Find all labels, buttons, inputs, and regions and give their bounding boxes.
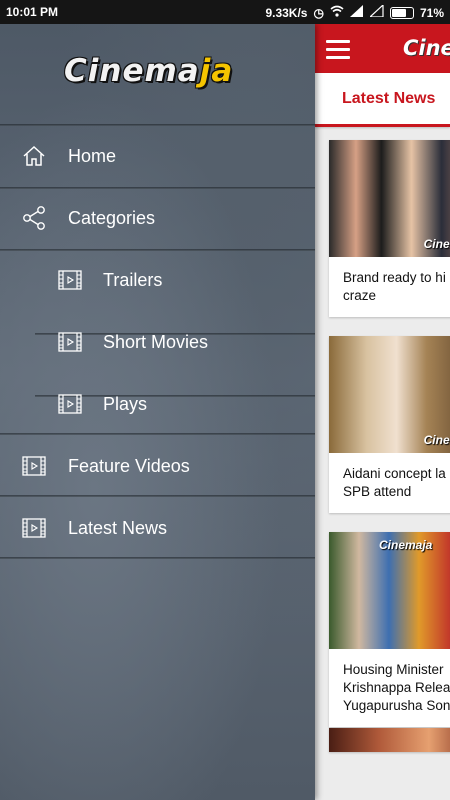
menu-label: Short Movies [103, 331, 209, 352]
menu-item-latest-news[interactable]: Latest News [0, 497, 315, 559]
divider [0, 557, 315, 559]
watermark: Cinemaja [423, 433, 450, 447]
menu-item-plays[interactable]: Plays [0, 373, 315, 435]
news-image: Cinemaja [329, 336, 450, 453]
signal-icon [349, 5, 364, 20]
news-card[interactable]: Cinemaja Housing Minister Krishnappa Rel… [329, 532, 450, 727]
menu-item-trailers[interactable]: Trailers [0, 249, 315, 311]
network-speed: 9.33K/s [265, 5, 308, 20]
menu-item-short-movies[interactable]: Short Movies [0, 311, 315, 373]
menu-label: Categories [68, 207, 156, 228]
wifi-icon [330, 5, 344, 20]
film-icon [22, 456, 46, 476]
menu-item-home[interactable]: Home [0, 125, 315, 187]
news-card[interactable]: Cinemaja Aidani concept la SPB attend [329, 336, 450, 513]
news-card[interactable]: Cinemaja Brand ready to hi craze [329, 140, 450, 317]
tab-latest-news[interactable]: Latest News [342, 90, 435, 108]
menu-label: Feature Videos [68, 455, 190, 476]
logo-text-part2: ja [199, 53, 234, 89]
tab-indicator [315, 124, 450, 127]
watermark: Cinemaja [379, 538, 433, 552]
app-logo: Cinema [403, 36, 450, 60]
app-bar: Cinema [315, 24, 450, 73]
news-image: Cinemaja [329, 532, 450, 649]
drawer-logo: Cinema ja [64, 46, 233, 96]
news-image: Cinemaja [329, 140, 450, 257]
film-icon [22, 518, 46, 538]
home-icon [22, 144, 46, 168]
battery-percent: 71% [419, 5, 444, 20]
news-image [329, 728, 450, 752]
navigation-drawer: Cinema ja Home Categories Trailers Short … [0, 24, 315, 800]
news-caption: Housing Minister Krishnappa Relea Yugapu… [343, 662, 450, 713]
status-icons: 9.33K/s ◷ 71% [265, 3, 444, 20]
menu-label: Latest News [68, 517, 168, 538]
film-icon [58, 332, 82, 352]
menu-item-categories[interactable]: Categories [0, 187, 315, 249]
news-card[interactable] [329, 728, 450, 752]
news-caption: Aidani concept la SPB attend [343, 466, 446, 499]
menu-label: Plays [103, 393, 148, 414]
logo-text-part1: Cinema [64, 53, 200, 89]
alarm-icon: ◷ [313, 5, 324, 20]
status-bar: 10:01 PM 9.33K/s ◷ 71% [0, 0, 450, 24]
status-time: 10:01 PM [6, 5, 59, 19]
film-icon [58, 394, 82, 414]
news-caption: Brand ready to hi craze [343, 270, 446, 303]
film-icon [58, 270, 82, 290]
menu-icon[interactable] [326, 40, 350, 64]
main-screen: Cinema Latest News Cinemaja Brand ready … [315, 24, 450, 800]
share-icon [22, 205, 46, 231]
menu-label: Trailers [103, 269, 163, 290]
battery-icon [389, 6, 414, 19]
menu-item-feature-videos[interactable]: Feature Videos [0, 435, 315, 497]
watermark: Cinemaja [423, 237, 450, 251]
tab-bar: Latest News [315, 73, 450, 127]
menu-label: Home [68, 145, 117, 166]
signal-icon-2 [368, 3, 384, 20]
